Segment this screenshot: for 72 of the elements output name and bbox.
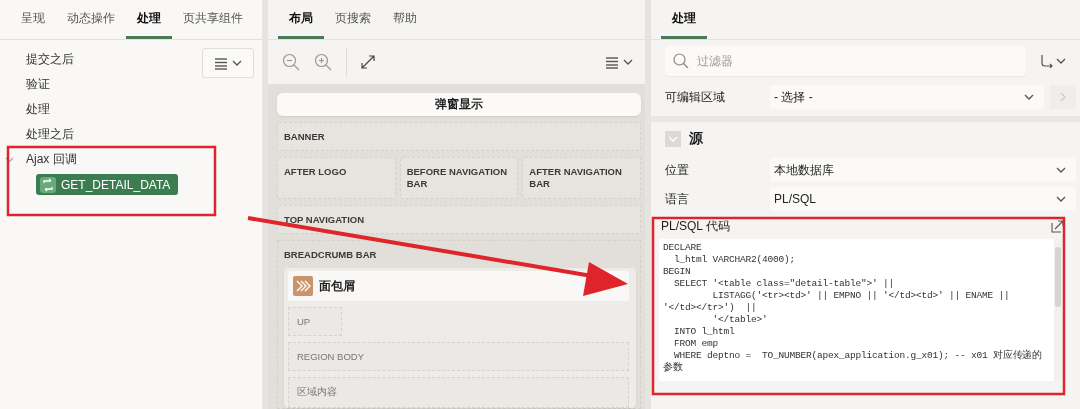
collapse-toggle[interactable] — [665, 131, 681, 147]
tab[interactable]: 处理 — [126, 0, 172, 39]
position-label: BREADCRUMB BAR — [284, 248, 378, 262]
code-line: SELECT '<table class="detail-table">' || — [673, 278, 896, 290]
zoom-in-icon — [314, 53, 332, 71]
tab[interactable]: 动态操作 — [56, 0, 126, 39]
code-line: 参数 — [663, 362, 684, 374]
tree-item[interactable]: GET_DETAIL_DATA — [36, 174, 179, 195]
chevron-down-icon — [1056, 194, 1066, 204]
position-label: AFTER LOGO — [277, 157, 396, 199]
menu-icon — [214, 55, 228, 71]
breadcrumb-icon — [293, 276, 313, 296]
search-icon — [673, 53, 689, 69]
page-title: 弹窗显示 — [277, 93, 641, 116]
menu-button[interactable] — [202, 48, 254, 78]
chevron-down-icon — [668, 134, 678, 144]
code-line: l_html VARCHAR2(4000); — [673, 254, 797, 266]
scrollbar-thumb[interactable] — [1055, 247, 1061, 307]
expand-icon — [361, 55, 375, 69]
position-label: AFTER NAVIGATION BAR — [522, 157, 641, 199]
select-field[interactable]: PL/SQL — [770, 187, 1076, 211]
region-title: 面包屑 — [319, 277, 355, 295]
zoom-out-icon — [282, 53, 300, 71]
code-line: FROM emp — [673, 338, 719, 350]
tree-item[interactable]: 验证 — [22, 74, 54, 95]
chevron-right-icon — [1059, 92, 1067, 102]
filter-field[interactable]: 过滤器 — [665, 46, 1026, 76]
tab[interactable]: 布局 — [278, 0, 324, 39]
refresh-icon — [40, 176, 56, 193]
tab[interactable]: 页搜索 — [324, 0, 382, 39]
field-label: 位置 — [665, 161, 690, 179]
caret-down-icon[interactable] — [4, 155, 14, 164]
return-arrow-icon — [1040, 54, 1054, 68]
menu-button[interactable] — [605, 54, 633, 70]
menu-icon — [605, 54, 619, 70]
zoom-in-button[interactable] — [314, 53, 332, 71]
caret-icon — [623, 57, 633, 67]
position-label: REGION BODY — [288, 342, 629, 371]
code-editor[interactable] — [659, 239, 1062, 381]
chevron-down-icon — [1024, 92, 1034, 102]
section-title: 源 — [689, 130, 703, 148]
caret-icon — [232, 58, 242, 68]
tree-item[interactable]: 处理之后 — [22, 124, 78, 145]
field-label: 可编辑区域 — [665, 88, 726, 106]
open-editor-icon[interactable] — [1051, 220, 1064, 233]
code-line: DECLARE — [663, 242, 703, 254]
position-label: 区域内容 — [288, 377, 629, 408]
code-line: BEGIN — [663, 266, 692, 278]
expand-button[interactable] — [361, 55, 375, 69]
code-line: WHERE deptno = TO_NUMBER(apex_application.g_x01); -- x01 对应传递的 — [673, 350, 1044, 362]
chevron-down-icon — [1056, 165, 1066, 175]
position-label: TOP NAVIGATION — [277, 205, 641, 234]
select-field[interactable]: 本地数据库 — [770, 158, 1076, 182]
code-line: '</table>' — [711, 314, 769, 326]
tree-item[interactable]: 提交之后 — [22, 49, 78, 70]
select-field[interactable]: - 选择 - — [770, 85, 1044, 109]
caret-icon — [1056, 56, 1066, 66]
position-label: BANNER — [277, 122, 641, 151]
tab[interactable]: 页共享组件 — [172, 0, 254, 39]
tab[interactable]: 呈现 — [10, 0, 56, 39]
position-label: UP — [288, 307, 342, 336]
tab[interactable]: 帮助 — [382, 0, 428, 39]
code-line: '</td></tr>') || — [663, 302, 758, 314]
code-line: INTO l_html — [673, 326, 736, 338]
field-label: 语言 — [665, 190, 690, 208]
code-line: LISTAGG('<tr><td>' || EMPNO || '</td><td>' || ENAME || — [711, 290, 1011, 302]
tree-item[interactable]: 处理 — [22, 99, 54, 120]
tree-item[interactable]: Ajax 回调 — [22, 149, 81, 170]
tab[interactable]: 处理 — [661, 0, 707, 39]
field-label: PL/SQL 代码 — [661, 218, 730, 235]
zoom-out-button[interactable] — [282, 53, 300, 71]
position-label: BEFORE NAVIGATION BAR — [399, 157, 519, 199]
